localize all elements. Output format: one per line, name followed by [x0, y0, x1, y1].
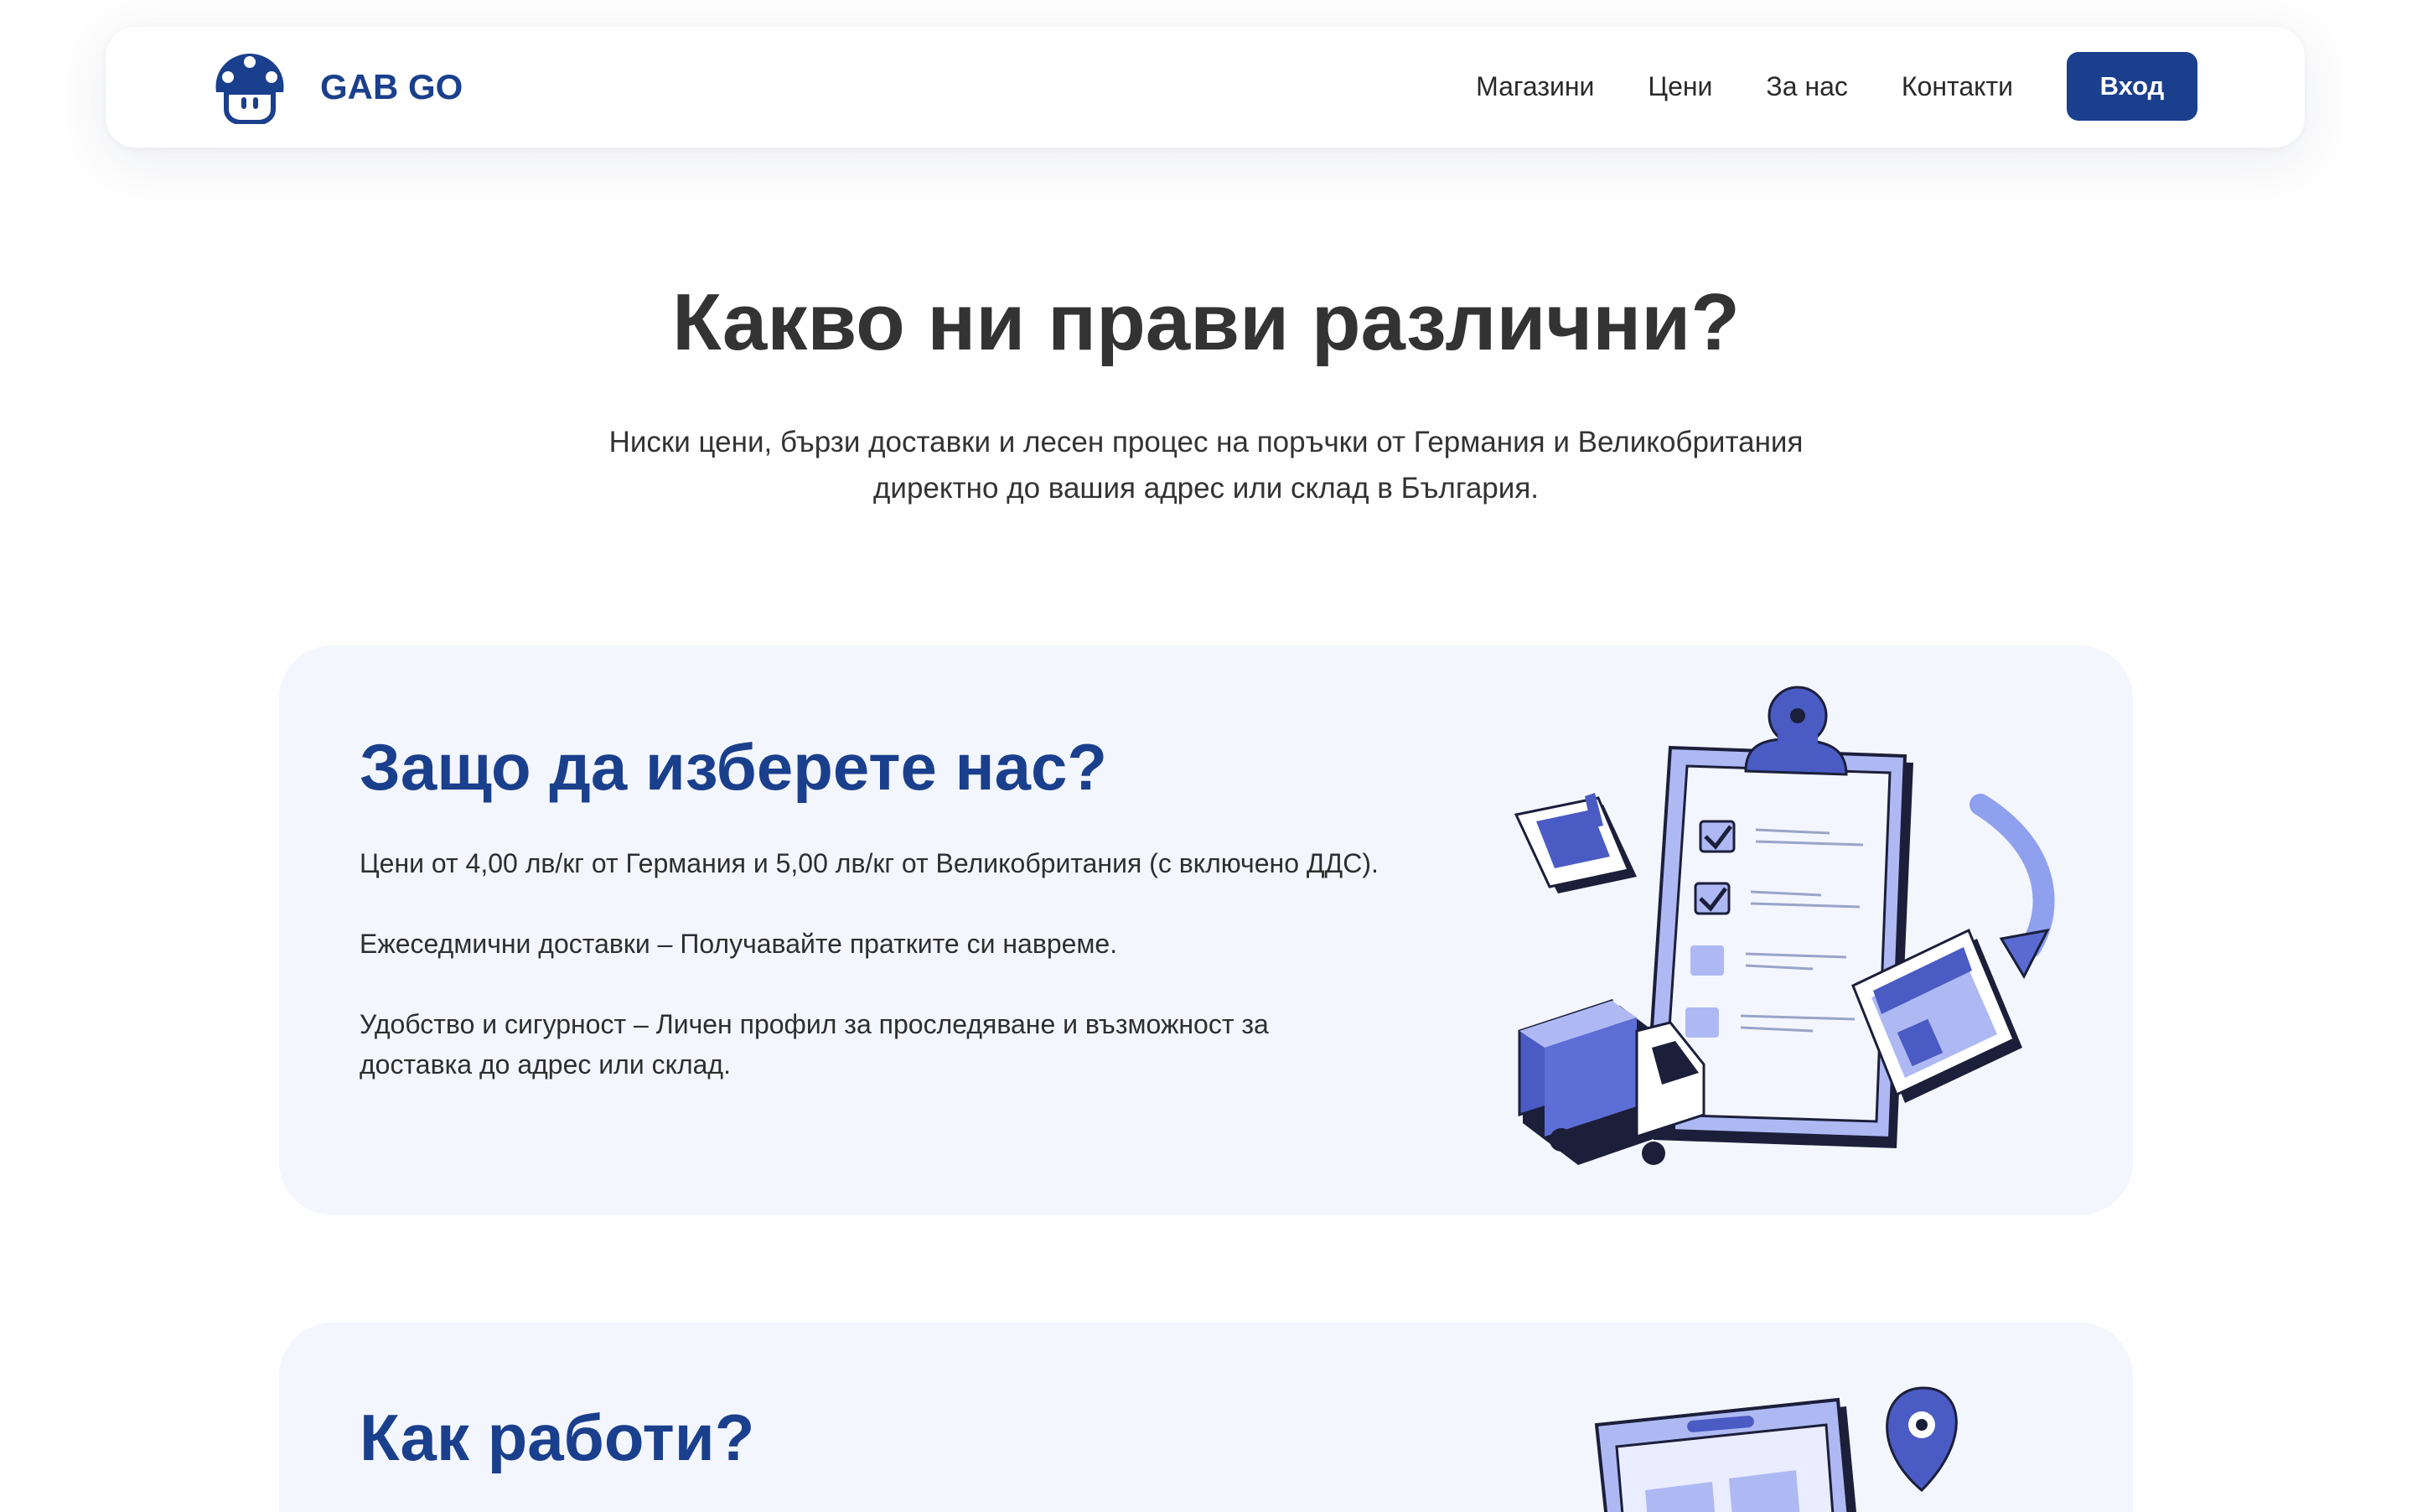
- how-it-works-title: Как работи?: [360, 1401, 755, 1474]
- how-it-works-card: Как работи?: [279, 1323, 2133, 1512]
- hero-subtitle-line-2: директно до вашия адрес или склад в Бълг…: [872, 472, 1539, 505]
- top-navbar: GAB GO Магазини Цени За нас Контакти Вхо…: [106, 27, 2305, 148]
- brand-name: GAB GO: [320, 67, 463, 106]
- hero-subtitle-line-1: Ниски цени, бързи доставки и лесен проце…: [608, 426, 1804, 458]
- mushroom-logo-icon: [215, 54, 284, 124]
- clipboard-checklist-icon: [1514, 686, 2055, 1165]
- factory-icon: [1514, 793, 1637, 893]
- main-nav: Магазини Цени За нас Контакти Вход: [1476, 52, 2197, 121]
- why-us-point-prices: Цени от 4,00 лв/кг от Германия и 5,00 лв…: [360, 848, 1379, 878]
- location-pin-icon: [1886, 1386, 1958, 1493]
- phone-map-icon: [1594, 1386, 1958, 1512]
- why-us-point-weekly: Ежеседмични доставки – Получавайте пратк…: [360, 929, 1118, 959]
- login-button[interactable]: Вход: [2067, 52, 2197, 121]
- why-us-title: Защо да изберете нас?: [360, 730, 1108, 804]
- hero-title: Какво ни прави различни?: [672, 277, 1740, 367]
- why-us-point-convenience: Удобство и сигурност – Личен профил за п…: [360, 1009, 1269, 1080]
- why-us-card: Защо да изберете нас? Цени от 4,00 лв/кг…: [279, 645, 2133, 1215]
- nav-link-prices[interactable]: Цени: [1648, 71, 1712, 102]
- nav-link-contacts[interactable]: Контакти: [1902, 71, 2013, 102]
- nav-link-stores[interactable]: Магазини: [1476, 71, 1594, 102]
- brand-logo[interactable]: GAB GO: [211, 50, 463, 124]
- hero-subtitle: Ниски цени, бързи доставки и лесен проце…: [570, 419, 1842, 511]
- nav-link-about[interactable]: За нас: [1766, 71, 1847, 102]
- refresh-arrow-icon: [1969, 794, 2055, 958]
